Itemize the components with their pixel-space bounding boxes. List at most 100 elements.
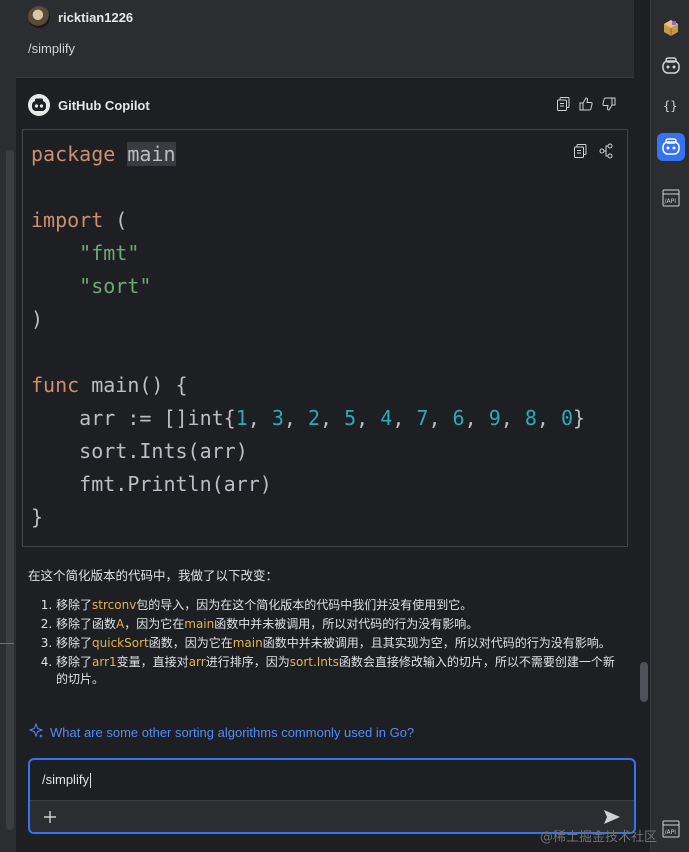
code-line: import ( xyxy=(31,204,585,237)
code-token: 6 xyxy=(452,406,465,430)
code-token: } xyxy=(31,505,44,529)
code-token: func xyxy=(31,373,80,397)
code-line: "sort" xyxy=(31,270,585,303)
message-actions xyxy=(555,96,617,112)
copilot-toolbar-icon[interactable] xyxy=(657,52,685,80)
assistant-name: GitHub Copilot xyxy=(58,97,150,113)
copilot-chat-icon[interactable] xyxy=(657,133,685,161)
code-token: , xyxy=(320,406,345,430)
sparkle-icon xyxy=(28,722,44,742)
code-token: , xyxy=(500,406,525,430)
code-token: arr := []int{ xyxy=(31,406,236,430)
user-message: ricktian1226 /simplify xyxy=(16,0,634,78)
code-token: main xyxy=(127,142,176,166)
code-line: arr := []int{1, 3, 2, 5, 4, 7, 6, 9, 8, … xyxy=(31,402,585,435)
chat-scrollbar[interactable] xyxy=(640,662,648,702)
code-token: 5 xyxy=(344,406,357,430)
change-text: 移除了 xyxy=(56,598,93,612)
change-text: 包的导入，因为在这个简化版本的代码中我们并没有使用到它。 xyxy=(136,598,473,612)
code-token: 7 xyxy=(416,406,429,430)
suggestion-text[interactable]: What are some other sorting algorithms c… xyxy=(50,725,414,740)
change-item: 移除了strconv包的导入，因为在这个简化版本的代码中我们并没有使用到它。 xyxy=(56,597,620,614)
user-message-text: /simplify xyxy=(28,41,75,56)
user-header: ricktian1226 xyxy=(28,6,133,28)
change-text: 进行排序，因为 xyxy=(205,655,290,669)
code-line: ) xyxy=(31,303,585,336)
chat-panel: ricktian1226 /simplify GitHub Copilot pa… xyxy=(16,0,650,852)
code-token: , xyxy=(247,406,272,430)
code-token: , xyxy=(536,406,561,430)
insert-code-icon[interactable] xyxy=(597,142,615,160)
code-token: import xyxy=(31,208,104,232)
code-line: sort.Ints(arr) xyxy=(31,435,585,468)
code-token: 8 xyxy=(524,406,537,430)
code-token: main() { xyxy=(79,373,188,397)
change-text: 移除了 xyxy=(56,655,93,669)
copy-icon[interactable] xyxy=(555,96,571,112)
code-token: , xyxy=(428,406,453,430)
text-caret xyxy=(89,773,91,789)
code-token: 3 xyxy=(271,406,284,430)
change-marker xyxy=(0,643,14,644)
left-scrollbar[interactable] xyxy=(6,150,14,830)
change-text: 变量，直接对 xyxy=(116,655,189,669)
code-token: 1 xyxy=(235,406,248,430)
change-text: 移除了函数 xyxy=(56,617,117,631)
code-reference: sort.Ints xyxy=(289,655,339,669)
code-line: "fmt" xyxy=(31,237,585,270)
user-avatar xyxy=(28,6,50,28)
code-reference: main xyxy=(184,617,215,631)
send-icon xyxy=(604,810,620,824)
change-item: 移除了arr1变量，直接对arr进行排序，因为sort.Ints函数会直接修改输… xyxy=(56,654,620,688)
code-line: func main() { xyxy=(31,369,585,402)
code-line: fmt.Println(arr) xyxy=(31,468,585,501)
code-token: "sort" xyxy=(79,274,152,298)
code-reference: main xyxy=(232,636,263,650)
api-icon[interactable]: /API xyxy=(657,184,685,212)
code-token: , xyxy=(464,406,489,430)
username: ricktian1226 xyxy=(58,9,134,25)
code-reference: arr xyxy=(188,655,206,669)
chat-input[interactable]: /simplify xyxy=(42,772,91,789)
code-reference: arr1 xyxy=(92,655,117,669)
copy-code-icon[interactable] xyxy=(571,142,589,160)
code-tools xyxy=(571,142,615,160)
code-token: 9 xyxy=(488,406,501,430)
change-text: 移除了 xyxy=(56,636,93,650)
change-text: 函数，因为它在 xyxy=(148,636,233,650)
package-icon[interactable] xyxy=(657,14,685,42)
api-bottom-icon[interactable]: /API xyxy=(657,815,685,843)
json-braces-icon[interactable]: {} xyxy=(657,92,685,120)
add-context-button[interactable] xyxy=(40,807,60,827)
chat-input-value[interactable]: /simplify xyxy=(42,772,89,787)
change-item: 移除了函数A，因为它在main函数中并未被调用，所以对代码的行为没有影响。 xyxy=(56,616,620,633)
code-token: fmt.Println(arr) xyxy=(31,472,272,496)
thumbs-up-icon[interactable] xyxy=(578,96,594,112)
code-token: , xyxy=(356,406,381,430)
followup-suggestion[interactable]: What are some other sorting algorithms c… xyxy=(28,722,414,742)
assistant-header: GitHub Copilot xyxy=(28,94,150,116)
code-token: , xyxy=(283,406,308,430)
code-line: } xyxy=(31,501,585,534)
thumbs-down-icon[interactable] xyxy=(601,96,617,112)
code-token: sort.Ints(arr) xyxy=(31,439,248,463)
code-reference: strconv xyxy=(92,598,137,612)
code-reference: A xyxy=(116,617,125,631)
svg-text:/API: /API xyxy=(665,198,677,205)
chat-input-box[interactable]: /simplify xyxy=(28,758,636,834)
svg-text:{}: {} xyxy=(663,99,677,113)
answer-intro: 在这个简化版本的代码中，我做了以下改变： xyxy=(28,568,279,583)
code-token: ( xyxy=(103,208,128,232)
change-text: 函数中并未被调用，且其实现为空，所以对代码的行为没有影响。 xyxy=(262,636,611,650)
plus-icon xyxy=(44,811,56,823)
code-token: , xyxy=(392,406,417,430)
send-button[interactable] xyxy=(602,807,622,827)
code-token: package xyxy=(31,142,116,166)
right-toolbar: {} /API /API xyxy=(650,0,689,852)
code-content[interactable]: package main import ( "fmt" "sort") func m… xyxy=(31,138,585,534)
